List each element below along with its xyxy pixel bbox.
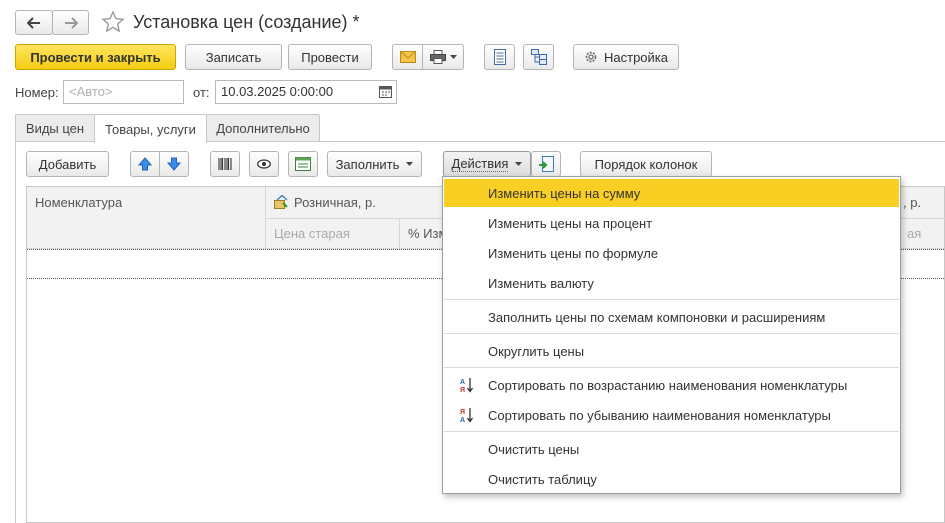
menu-item-label: Сортировать по убыванию наименования ном… [488, 407, 831, 423]
chevron-down-icon [449, 55, 457, 59]
arrow-left-icon [27, 16, 41, 29]
menu-separator [444, 431, 899, 432]
price-list-icon [295, 157, 311, 171]
fill-button[interactable]: Заполнить [327, 151, 422, 177]
star-icon[interactable] [101, 10, 125, 34]
column-header-nomenclature[interactable]: Номенклатура [35, 195, 122, 210]
tab-goods-services[interactable]: Товары, услуги [94, 114, 207, 143]
post-button[interactable]: Провести [288, 44, 372, 70]
column-header-right-fragment[interactable]: , р. [903, 195, 921, 210]
view-button[interactable] [249, 151, 279, 177]
column-divider [399, 218, 400, 249]
menu-item-clear-prices[interactable]: Очистить цены [444, 435, 899, 463]
tab-price-types[interactable]: Виды цен [15, 114, 95, 142]
menu-item-fill-by-schemes[interactable]: Заполнить цены по схемам компоновки и ра… [444, 303, 899, 331]
document-button[interactable] [484, 44, 515, 70]
menu-item-sort-ascending[interactable]: АЯ Сортировать по возрастанию наименован… [444, 371, 899, 399]
barcode-icon [218, 157, 232, 171]
envelope-icon [399, 51, 416, 63]
menu-item-sort-descending[interactable]: ЯА Сортировать по убыванию наименования … [444, 401, 899, 429]
back-button[interactable] [15, 10, 53, 35]
barcode-button[interactable] [210, 151, 240, 177]
forward-button[interactable] [52, 10, 89, 35]
chevron-down-icon [406, 162, 414, 166]
number-field[interactable]: <Авто> [63, 80, 184, 104]
document-list-icon [493, 49, 506, 65]
menu-item-change-by-percent[interactable]: Изменить цены на процент [444, 209, 899, 237]
structure-icon [530, 49, 547, 65]
menu-item-change-currency[interactable]: Изменить валюту [444, 269, 899, 297]
arrow-right-icon [64, 16, 78, 29]
move-down-button[interactable] [159, 151, 189, 177]
structure-button[interactable] [523, 44, 554, 70]
calendar-icon[interactable] [379, 85, 392, 98]
page-title: Установка цен (создание) * [133, 12, 360, 32]
sort-descending-icon: ЯА [460, 407, 474, 423]
fill-label: Заполнить [335, 156, 400, 172]
sort-ascending-icon: АЯ [460, 377, 474, 393]
menu-item-clear-table[interactable]: Очистить таблицу [444, 465, 899, 493]
tab-panel-border [15, 141, 16, 523]
price-list-button[interactable] [288, 151, 318, 177]
arrow-up-icon [138, 157, 152, 171]
svg-text:А: А [460, 417, 465, 423]
number-label: Номер: [15, 85, 59, 100]
date-label: от: [193, 85, 210, 100]
actions-label: Действия [451, 156, 509, 172]
add-button[interactable]: Добавить [26, 151, 109, 177]
save-button[interactable]: Записать [185, 44, 282, 70]
menu-separator [444, 299, 899, 300]
menu-item-change-by-amount[interactable]: Изменить цены на сумму [444, 179, 899, 207]
svg-text:Я: Я [460, 409, 465, 416]
menu-separator [444, 333, 899, 334]
menu-item-change-by-formula[interactable]: Изменить цены по формуле [444, 239, 899, 267]
actions-button[interactable]: Действия [443, 151, 531, 177]
svg-text:А: А [460, 379, 465, 386]
move-up-button[interactable] [130, 151, 160, 177]
import-icon [538, 156, 554, 172]
menu-item-round-prices[interactable]: Округлить цены [444, 337, 899, 365]
gear-icon [584, 50, 598, 64]
price-type-icon [274, 195, 288, 209]
settings-label: Настройка [604, 49, 668, 65]
chevron-down-icon [515, 162, 523, 166]
eye-icon [257, 159, 271, 169]
column-header-retail[interactable]: Розничная, р. [294, 195, 376, 210]
settings-button[interactable]: Настройка [573, 44, 679, 70]
post-and-close-button[interactable]: Провести и закрыть [15, 44, 176, 70]
import-button[interactable] [531, 151, 561, 177]
email-button[interactable] [392, 44, 423, 70]
menu-item-label: Сортировать по возрастанию наименования … [488, 377, 848, 393]
printer-icon [429, 50, 446, 64]
column-header-right-sub-fragment[interactable]: ая [907, 226, 921, 241]
column-order-button[interactable]: Порядок колонок [580, 151, 712, 177]
date-field[interactable]: 10.03.2025 0:00:00 [215, 80, 397, 104]
actions-menu: Изменить цены на сумму Изменить цены на … [442, 176, 901, 494]
tab-additional[interactable]: Дополнительно [206, 114, 320, 142]
svg-text:Я: Я [460, 387, 465, 393]
menu-separator [444, 367, 899, 368]
column-header-old-price[interactable]: Цена старая [274, 226, 350, 241]
arrow-down-icon [167, 157, 181, 171]
print-button[interactable] [422, 44, 464, 70]
